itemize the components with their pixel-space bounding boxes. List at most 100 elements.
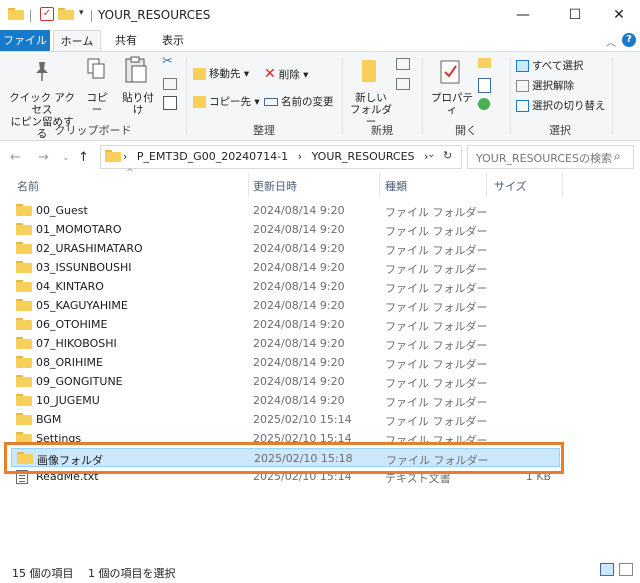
column-divider[interactable]	[248, 173, 249, 197]
file-type: ファイル フォルダー	[385, 320, 488, 333]
ribbon-collapse-icon[interactable]: ︿	[606, 34, 616, 49]
properties-check-icon[interactable]: ✓	[40, 7, 54, 21]
folder-icon	[16, 356, 32, 368]
folder-icon	[105, 150, 121, 162]
tab-home[interactable]: ホーム	[53, 30, 101, 52]
close-button[interactable]: ✕	[596, 0, 640, 30]
details-view-button[interactable]	[600, 563, 614, 576]
column-divider[interactable]	[379, 173, 380, 197]
column-header-date[interactable]: 更新日時	[253, 178, 297, 194]
refresh-icon[interactable]: ↻	[443, 149, 452, 162]
clipboard-group-label: クリップボード	[54, 124, 132, 137]
pin-label-line1: クイック アクセス	[9, 92, 75, 116]
copy-to-button[interactable]: コピー先 ▾	[193, 94, 260, 109]
status-item-count: 15 個の項目	[12, 567, 74, 580]
file-row[interactable]: Settings 2025/02/10 15:14 ファイル フォルダー	[11, 429, 560, 448]
column-divider[interactable]	[486, 173, 487, 197]
file-row[interactable]: 画像フォルダ 2025/02/10 15:18 ファイル フォルダー	[11, 448, 560, 467]
file-size: 1 KB	[525, 470, 551, 483]
folder-icon	[17, 452, 33, 464]
tab-file[interactable]: ファイル	[0, 30, 50, 51]
file-name: 02_URASHIMATARO	[36, 242, 143, 255]
select-none-icon	[516, 79, 529, 92]
move-to-button[interactable]: 移動先 ▾	[193, 66, 249, 81]
edit-icon[interactable]	[478, 78, 491, 93]
forward-button[interactable]: →	[38, 150, 49, 165]
cut-icon[interactable]: ✂	[162, 55, 173, 68]
minimize-button[interactable]: —	[500, 0, 546, 30]
breadcrumb-current[interactable]: YOUR_RESOURCES	[312, 150, 415, 163]
select-all-button[interactable]: すべて選択	[516, 58, 583, 73]
file-row[interactable]: 05_KAGUYAHIME 2024/08/14 9:20 ファイル フォルダー	[11, 296, 560, 315]
file-date: 2025/02/10 15:14	[253, 413, 352, 426]
rename-button[interactable]: 名前の変更	[264, 94, 334, 109]
invert-selection-button[interactable]: 選択の切り替え	[516, 98, 606, 113]
open-icon[interactable]	[478, 58, 491, 68]
file-row[interactable]: 09_GONGITUNE 2024/08/14 9:20 ファイル フォルダー	[11, 372, 560, 391]
invert-selection-label: 選択の切り替え	[532, 100, 606, 112]
file-name: 00_Guest	[36, 204, 88, 217]
file-row[interactable]: 10_JUGEMU 2024/08/14 9:20 ファイル フォルダー	[11, 391, 560, 410]
file-type: ファイル フォルダー	[385, 301, 488, 314]
folder-icon	[16, 432, 32, 444]
file-name: 08_ORIHIME	[36, 356, 103, 369]
column-header-name[interactable]: 名前	[17, 178, 39, 194]
file-row[interactable]: 07_HIKOBOSHI 2024/08/14 9:20 ファイル フォルダー	[11, 334, 560, 353]
back-button[interactable]: ←	[10, 150, 21, 165]
copy-button[interactable]: コピー	[82, 92, 112, 116]
new-folder-quick-icon[interactable]	[58, 8, 74, 20]
paste-shortcut-icon[interactable]	[163, 96, 177, 110]
file-row[interactable]: 00_Guest 2024/08/14 9:20 ファイル フォルダー	[11, 201, 560, 220]
help-icon[interactable]: ?	[622, 33, 636, 47]
file-row[interactable]: ReadMe.txt 2025/02/10 15:14 テキスト文書 1 KB	[11, 467, 560, 486]
file-type: ファイル フォルダー	[385, 244, 488, 257]
folder-icon	[16, 280, 32, 292]
quick-access-dropdown-icon[interactable]: ▾	[79, 8, 84, 18]
file-type: ファイル フォルダー	[385, 377, 488, 390]
file-row[interactable]: BGM 2025/02/10 15:14 ファイル フォルダー	[11, 410, 560, 429]
folder-icon	[16, 394, 32, 406]
properties-button[interactable]: プロパティ	[428, 92, 476, 116]
large-icons-view-button[interactable]	[619, 563, 633, 576]
file-row[interactable]: 01_MOMOTARO 2024/08/14 9:20 ファイル フォルダー	[11, 220, 560, 239]
file-row[interactable]: 04_KINTARO 2024/08/14 9:20 ファイル フォルダー	[11, 277, 560, 296]
column-header-type[interactable]: 種類	[385, 178, 407, 194]
copy-icon	[87, 58, 105, 79]
delete-button[interactable]: ✕ 削除 ▾	[264, 66, 308, 82]
up-button[interactable]: ↑	[78, 150, 89, 165]
file-row[interactable]: 02_URASHIMATARO 2024/08/14 9:20 ファイル フォルダー	[11, 239, 560, 258]
file-type: ファイル フォルダー	[385, 263, 488, 276]
select-none-button[interactable]: 選択解除	[516, 78, 574, 93]
file-date: 2024/08/14 9:20	[253, 394, 345, 407]
file-name: 10_JUGEMU	[36, 394, 100, 407]
new-item-icon[interactable]	[396, 58, 410, 70]
maximize-button[interactable]: ☐	[552, 0, 598, 30]
history-icon[interactable]	[478, 98, 490, 110]
search-box[interactable]: YOUR_RESOURCESの検索 ⌕	[467, 145, 634, 169]
address-dropdown-icon[interactable]: ⌄	[427, 149, 435, 160]
group-divider	[612, 57, 613, 135]
new-folder-label-line1: 新しい	[355, 92, 387, 104]
paste-button[interactable]: 貼り付け	[118, 92, 158, 116]
file-row[interactable]: 06_OTOHIME 2024/08/14 9:20 ファイル フォルダー	[11, 315, 560, 334]
recent-locations-dropdown[interactable]: ⌄	[62, 153, 70, 163]
open-group-label: 開く	[455, 124, 477, 137]
column-header-size[interactable]: サイズ	[494, 178, 527, 194]
easy-access-icon[interactable]	[396, 78, 410, 90]
folder-icon	[16, 261, 32, 273]
file-date: 2025/02/10 15:14	[253, 432, 352, 445]
copy-path-icon[interactable]	[163, 78, 177, 90]
breadcrumb-parent[interactable]: P_EMT3D_G00_20240714-1	[137, 150, 288, 163]
column-divider[interactable]	[562, 173, 563, 197]
file-date: 2024/08/14 9:20	[253, 299, 345, 312]
file-name: ReadMe.txt	[36, 470, 99, 483]
file-row[interactable]: 03_ISSUNBOUSHI 2024/08/14 9:20 ファイル フォルダー	[11, 258, 560, 277]
tab-view[interactable]: 表示	[150, 30, 196, 51]
sort-arrow-icon: ^	[126, 168, 134, 178]
address-bar[interactable]: › P_EMT3D_G00_20240714-1 › YOUR_RESOURCE…	[100, 145, 462, 169]
file-name: BGM	[36, 413, 62, 426]
tab-share[interactable]: 共有	[106, 30, 146, 51]
file-name: 06_OTOHIME	[36, 318, 108, 331]
folder-icon	[16, 413, 32, 425]
file-row[interactable]: 08_ORIHIME 2024/08/14 9:20 ファイル フォルダー	[11, 353, 560, 372]
